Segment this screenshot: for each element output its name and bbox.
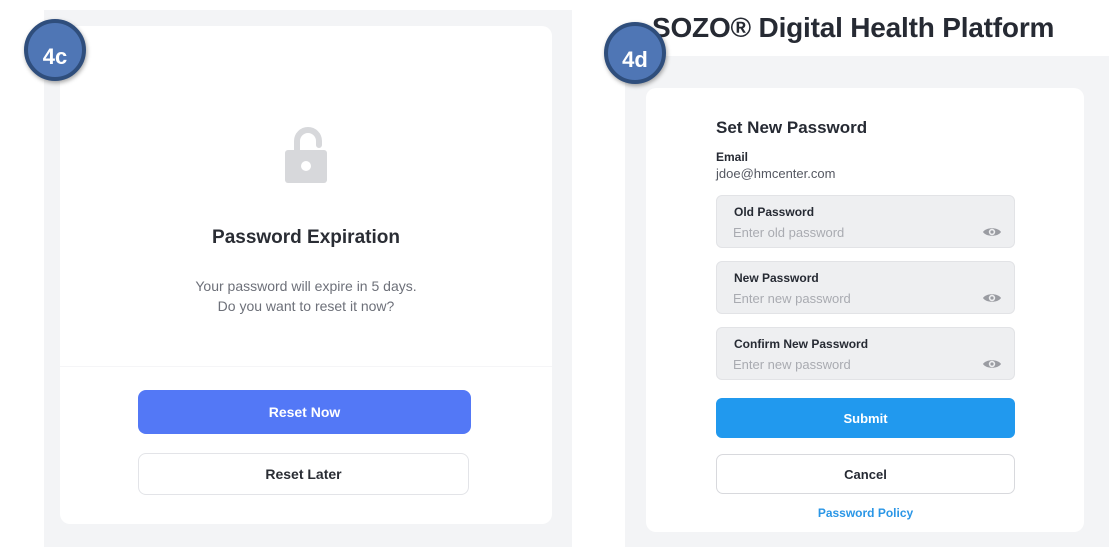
step-badge-4d: 4d [604, 22, 666, 84]
eye-icon[interactable] [982, 357, 1002, 371]
cancel-button[interactable]: Cancel [716, 454, 1015, 494]
open-padlock-icon [285, 127, 327, 183]
new-password-label: New Password [734, 271, 819, 285]
confirm-password-field[interactable]: Confirm New Password [716, 327, 1015, 380]
eye-icon[interactable] [982, 225, 1002, 239]
confirm-password-input[interactable] [733, 355, 963, 373]
dialog-title: Password Expiration [212, 227, 400, 248]
old-password-input[interactable] [733, 223, 963, 241]
old-password-field[interactable]: Old Password [716, 195, 1015, 248]
expiration-message-line-1: Your password will expire in 5 days. [195, 278, 417, 294]
password-expiration-dialog: Password Expiration Your password will e… [60, 26, 552, 524]
confirm-password-label: Confirm New Password [734, 337, 869, 351]
password-expiration-panel: Password Expiration Your password will e… [44, 10, 572, 547]
email-label: Email [716, 150, 749, 164]
submit-button[interactable]: Submit [716, 398, 1015, 438]
old-password-label: Old Password [734, 205, 815, 219]
expiration-message-line-2: Do you want to reset it now? [217, 298, 395, 314]
password-policy-link[interactable]: Password Policy [716, 506, 1015, 520]
eye-icon[interactable] [982, 291, 1002, 305]
new-password-field[interactable]: New Password [716, 261, 1015, 314]
divider [60, 366, 552, 367]
reset-later-button[interactable]: Reset Later [138, 453, 469, 495]
email-value: jdoe@hmcenter.com [716, 166, 836, 181]
new-password-input[interactable] [733, 289, 963, 307]
platform-title: SOZO® Digital Health Platform [652, 12, 1055, 43]
expiration-message: Your password will expire in 5 days. Do … [60, 276, 552, 316]
form-title: Set New Password [716, 118, 868, 137]
reset-now-button[interactable]: Reset Now [138, 390, 471, 434]
step-badge-4c: 4c [24, 19, 86, 81]
